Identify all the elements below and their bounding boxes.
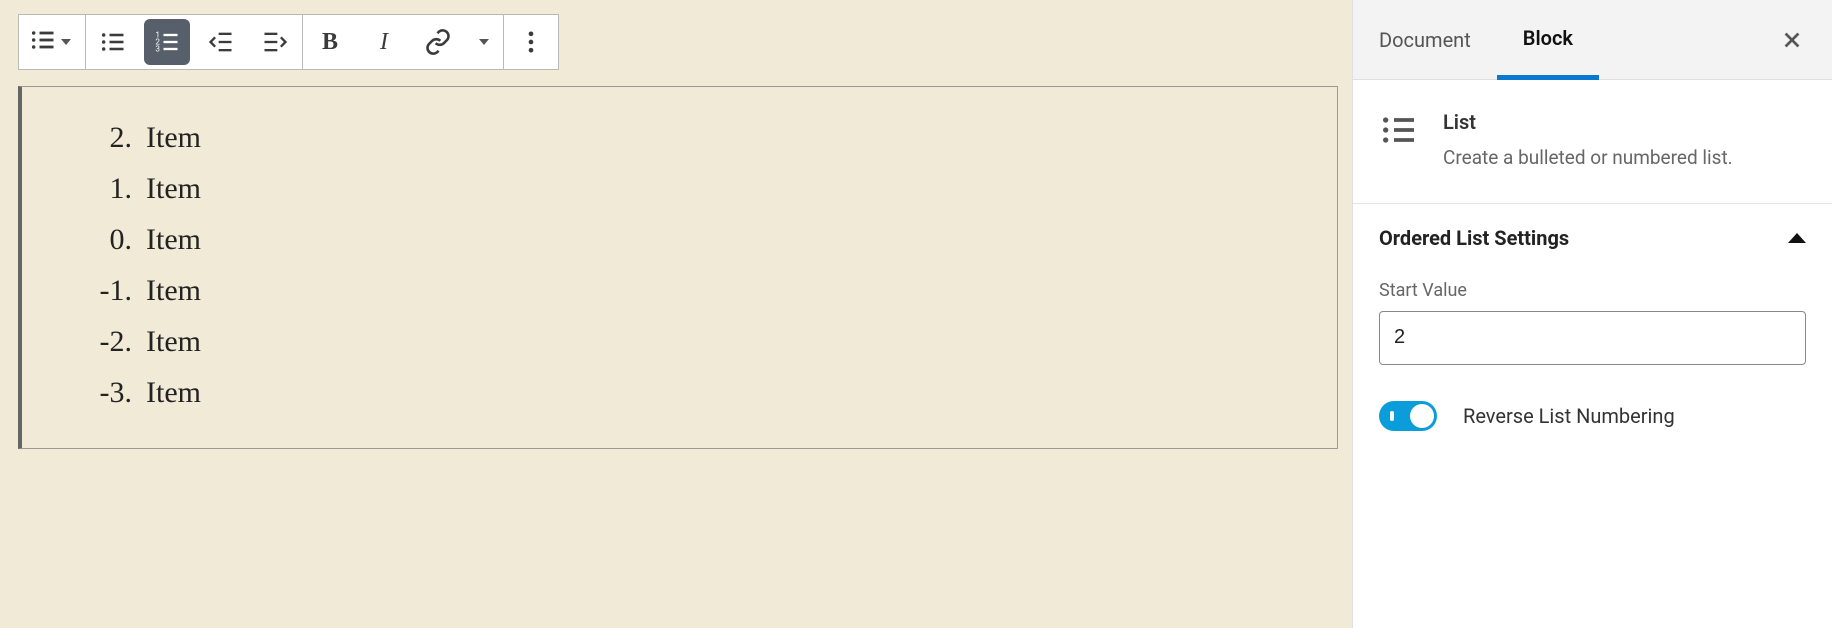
list-item-text[interactable]: Item — [146, 214, 201, 265]
list-item-text[interactable]: Item — [146, 265, 201, 316]
list-item-number: -2. — [82, 316, 132, 367]
list-icon — [1379, 110, 1419, 150]
list-item[interactable]: 2. Item — [82, 112, 1307, 163]
list-item-number: 2. — [82, 112, 132, 163]
toolbar-group-list-controls: 1 2 3 — [86, 14, 303, 70]
indent-button[interactable] — [252, 19, 298, 65]
list-item[interactable]: 0. Item — [82, 214, 1307, 265]
list-icon — [29, 26, 57, 58]
editor-canvas: 1 2 3 — [0, 0, 1352, 628]
list-block[interactable]: 2. Item 1. Item 0. Item -1. Item -2. Item -3.… — [18, 86, 1338, 449]
block-card-title: List — [1443, 110, 1733, 134]
italic-button[interactable]: I — [361, 19, 407, 65]
outdent-button[interactable] — [198, 19, 244, 65]
more-options-button[interactable] — [508, 19, 554, 65]
block-card: List Create a bulleted or numbered list. — [1353, 80, 1832, 204]
unordered-list-button[interactable] — [90, 19, 136, 65]
reverse-numbering-row: Reverse List Numbering — [1379, 401, 1806, 431]
list-item-number: -1. — [82, 265, 132, 316]
chevron-up-icon — [1788, 233, 1806, 243]
ordered-list[interactable]: 2. Item 1. Item 0. Item -1. Item -2. Item -3.… — [82, 112, 1307, 418]
block-card-description: Create a bulleted or numbered list. — [1443, 144, 1733, 173]
list-item-text[interactable]: Item — [146, 112, 201, 163]
list-item[interactable]: -3. Item — [82, 367, 1307, 418]
close-sidebar-button[interactable] — [1772, 20, 1812, 60]
more-rich-text-dropdown[interactable] — [469, 19, 499, 65]
list-item-number: -3. — [82, 367, 132, 418]
list-item-number: 0. — [82, 214, 132, 265]
toolbar-group-inline-format: B I — [303, 14, 504, 70]
tab-block[interactable]: Block — [1497, 1, 1599, 80]
block-card-text: List Create a bulleted or numbered list. — [1443, 110, 1733, 173]
list-item-number: 1. — [82, 163, 132, 214]
link-button[interactable] — [415, 19, 461, 65]
start-value-label: Start Value — [1379, 280, 1806, 301]
list-item[interactable]: 1. Item — [82, 163, 1307, 214]
panel-title: Ordered List Settings — [1379, 226, 1569, 250]
block-toolbar: 1 2 3 — [18, 14, 1338, 70]
ordered-list-settings-panel: Ordered List Settings Start Value Revers… — [1353, 204, 1832, 453]
toolbar-group-block-type — [18, 14, 86, 70]
block-type-switcher[interactable] — [23, 19, 81, 65]
start-value-input[interactable] — [1379, 311, 1806, 365]
reverse-numbering-label: Reverse List Numbering — [1463, 404, 1675, 428]
ordered-list-button[interactable]: 1 2 3 — [144, 19, 190, 65]
list-item-text[interactable]: Item — [146, 163, 201, 214]
chevron-down-icon — [61, 39, 71, 45]
toggle-on-indicator — [1390, 411, 1394, 421]
chevron-down-icon — [479, 39, 489, 45]
svg-text:3: 3 — [155, 43, 160, 53]
bold-button[interactable]: B — [307, 19, 353, 65]
toolbar-group-more — [504, 14, 559, 70]
sidebar-tabs: Document Block — [1353, 0, 1832, 80]
toggle-knob — [1410, 404, 1434, 428]
list-item-text[interactable]: Item — [146, 316, 201, 367]
close-icon — [1781, 29, 1803, 51]
list-item[interactable]: -1. Item — [82, 265, 1307, 316]
settings-sidebar: Document Block List Create a bulleted or… — [1352, 0, 1832, 628]
panel-toggle[interactable]: Ordered List Settings — [1379, 226, 1806, 250]
tab-document[interactable]: Document — [1353, 0, 1497, 79]
reverse-numbering-toggle[interactable] — [1379, 401, 1437, 431]
list-item[interactable]: -2. Item — [82, 316, 1307, 367]
list-item-text[interactable]: Item — [146, 367, 201, 418]
